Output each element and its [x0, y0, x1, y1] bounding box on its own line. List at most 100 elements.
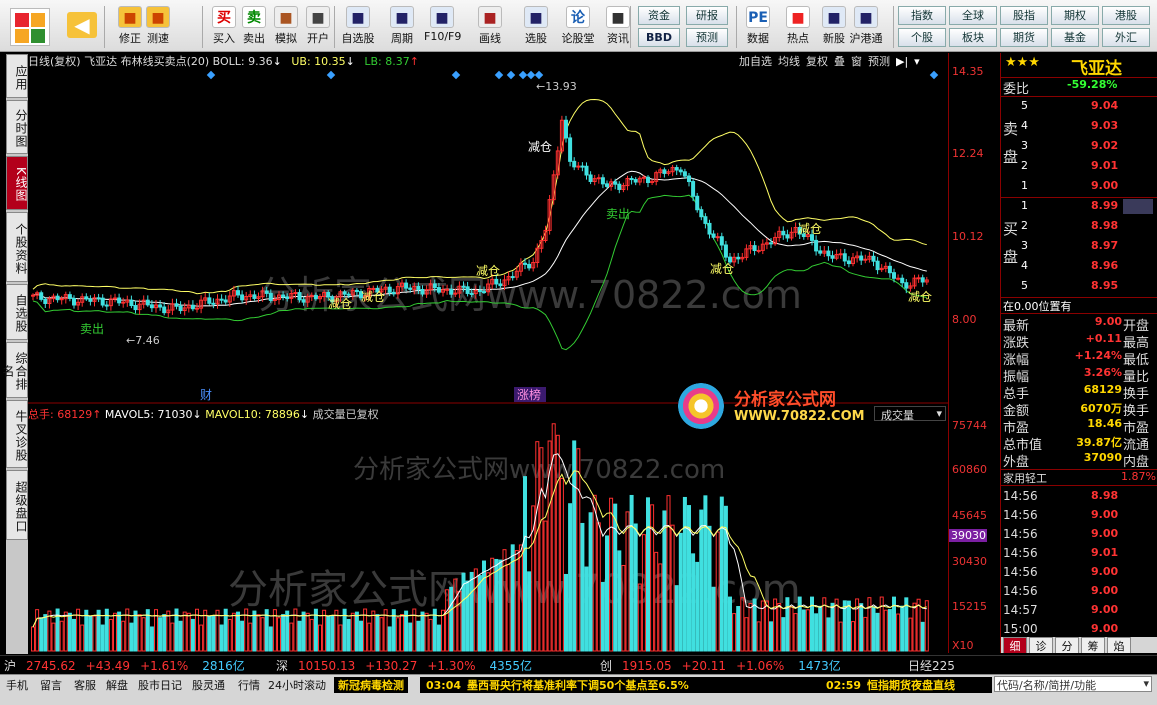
left-tab[interactable]: 分时图: [6, 100, 28, 154]
left-tab[interactable]: 应用: [6, 54, 28, 98]
chart-tool-button[interactable]: 叠: [834, 55, 845, 68]
left-tab[interactable]: 个股资料: [6, 212, 28, 282]
index-quote[interactable]: 沪 2745.62 +43.49 +1.61% 2816亿: [4, 657, 245, 674]
market-button[interactable]: 个股: [898, 28, 946, 47]
bid-row[interactable]: 4 8.96: [1001, 259, 1157, 275]
status-item[interactable]: 手机: [6, 677, 28, 693]
market-button[interactable]: 期权: [1051, 6, 1099, 25]
toolbar-quick-button[interactable]: 资金: [638, 6, 680, 25]
search-input[interactable]: 代码/名称/简拼/功能 ▾: [994, 676, 1152, 692]
status-item[interactable]: 股灵通: [192, 677, 225, 693]
panel-tab[interactable]: 诊: [1029, 637, 1053, 653]
left-tab[interactable]: 超级盘口: [6, 470, 28, 540]
candle-up: [596, 177, 601, 180]
status-item[interactable]: 留言: [40, 677, 62, 693]
left-tab[interactable]: 牛叉诊股: [6, 400, 28, 468]
toolbar-pen-button[interactable]: ■ 画线: [472, 4, 508, 50]
panel-tab[interactable]: 焰: [1107, 637, 1131, 653]
news-ticker-1[interactable]: 新冠病毒检测: [334, 677, 408, 693]
toolbar-pe-button[interactable]: PE 数据: [740, 4, 776, 50]
bid-row[interactable]: 2 8.98: [1001, 219, 1157, 235]
volume-bar: [617, 550, 622, 652]
toolbar-quick-button[interactable]: 研报: [686, 6, 728, 25]
ask-row[interactable]: 3 9.02: [1001, 139, 1157, 155]
index-quote[interactable]: 创 1915.05 +20.11 +1.06% 1473亿: [600, 657, 841, 674]
volume-bar: [158, 617, 163, 652]
ask-row[interactable]: 1 9.00: [1001, 179, 1157, 195]
toolbar-quick-button[interactable]: 预测: [686, 28, 728, 47]
news-ticker-2[interactable]: 03:04 墨西哥央行将基准利率下调50个基点至6.5%: [420, 677, 820, 693]
event-diamond-icon[interactable]: [929, 70, 939, 80]
play-icon[interactable]: ▶|: [896, 55, 908, 68]
panel-tab[interactable]: 筹: [1081, 637, 1105, 653]
status-item[interactable]: 解盘: [106, 677, 128, 693]
app-logo-icon[interactable]: [10, 8, 50, 46]
market-button[interactable]: 股指: [1000, 6, 1048, 25]
news-ticker-3[interactable]: 02:59 恒指期货夜盘直线: [820, 677, 992, 693]
ask-row[interactable]: 4 9.03: [1001, 119, 1157, 135]
toolbar-lock-button[interactable]: ■ 开户: [300, 4, 336, 50]
status-item[interactable]: 行情: [238, 677, 260, 693]
bid-row[interactable]: 1 8.99: [1001, 199, 1157, 215]
toolbar-new-stock-button[interactable]: ■ 新股: [816, 4, 852, 50]
market-button[interactable]: 期货: [1000, 28, 1048, 47]
toolbar-hammer-button[interactable]: ■ 模拟: [268, 4, 304, 50]
event-diamond-icon[interactable]: [534, 70, 544, 80]
event-diamond-icon[interactable]: [506, 70, 516, 80]
chart-tool-button[interactable]: 加自选: [739, 55, 772, 68]
toolbar-clock-button[interactable]: ■ 周期: [384, 4, 420, 50]
kline-chart[interactable]: 分析家公式网www.70822.com分析家公式网www.70822.com分析…: [28, 53, 948, 653]
event-diamond-icon[interactable]: [494, 70, 504, 80]
volume-bar: [330, 615, 335, 652]
chart-tool-button[interactable]: 预测: [868, 55, 890, 68]
status-item[interactable]: 客服: [74, 677, 96, 693]
toolbar-f10-button[interactable]: ■ F10/F9: [424, 4, 461, 50]
chart-tool-button[interactable]: 复权: [806, 55, 828, 68]
event-diamond-icon[interactable]: [526, 70, 536, 80]
bid-row[interactable]: 3 8.97: [1001, 239, 1157, 255]
toolbar-hot-button[interactable]: ■ 热点: [780, 4, 816, 50]
market-button[interactable]: 指数: [898, 6, 946, 25]
toolbar-speed-button[interactable]: ■ 测速: [140, 4, 176, 50]
status-item[interactable]: 股市日记: [138, 677, 182, 693]
volume-bar: [420, 611, 425, 652]
market-button[interactable]: 港股: [1102, 6, 1150, 25]
panel-tab[interactable]: 细: [1003, 637, 1027, 653]
bid-row[interactable]: 5 8.95: [1001, 279, 1157, 295]
ask-price: 9.01: [1091, 159, 1119, 172]
back-button[interactable]: ◀: [62, 4, 102, 50]
event-diamond-icon[interactable]: [518, 70, 528, 80]
search-dropdown-icon[interactable]: ▾: [1143, 677, 1149, 690]
event-diamond-icon[interactable]: [326, 70, 336, 80]
market-button[interactable]: 基金: [1051, 28, 1099, 47]
index-quote[interactable]: 深 10150.13 +130.27 +1.30% 4355亿: [276, 657, 532, 674]
toolbar-hk-connect-button[interactable]: ■ 沪港通: [848, 4, 884, 50]
index-change: +43.49: [85, 659, 131, 673]
toolbar-screen-button[interactable]: ■ 选股: [518, 4, 554, 50]
panel-tab[interactable]: 分: [1055, 637, 1079, 653]
ask-row[interactable]: 2 9.01: [1001, 159, 1157, 175]
chart-tool-button[interactable]: 窗: [851, 55, 862, 68]
left-tab[interactable]: 自选股: [6, 284, 28, 340]
toolbar-forum-button[interactable]: 论论股堂: [560, 4, 596, 50]
market-button[interactable]: 全球: [949, 6, 997, 25]
index-tail[interactable]: 日经225: [908, 657, 955, 674]
toolbar-portfolio-button[interactable]: ■ 自选股: [340, 4, 376, 50]
industry-name[interactable]: 家用轻工: [1003, 472, 1047, 485]
volume-bar: [801, 609, 806, 652]
left-tab[interactable]: K线图: [6, 156, 28, 210]
chevron-down-icon[interactable]: ▾: [914, 55, 920, 68]
event-diamond-icon[interactable]: [206, 70, 216, 80]
ask-row[interactable]: 5 9.04: [1001, 99, 1157, 115]
left-tab[interactable]: 综合排名: [1, 342, 28, 398]
market-button[interactable]: 外汇: [1102, 28, 1150, 47]
toolbar-quick-button[interactable]: BBD: [638, 28, 680, 47]
financial-marker[interactable]: 财: [200, 388, 212, 402]
status-item[interactable]: 24小时滚动: [268, 677, 326, 693]
event-diamond-icon[interactable]: [451, 70, 461, 80]
market-button[interactable]: 板块: [949, 28, 997, 47]
candle-down: [84, 296, 89, 300]
toolbar-sell-button[interactable]: 卖卖出: [236, 4, 272, 50]
chart-tool-button[interactable]: 均线: [778, 55, 800, 68]
volume-type-select[interactable]: 成交量 ▾: [874, 406, 946, 422]
